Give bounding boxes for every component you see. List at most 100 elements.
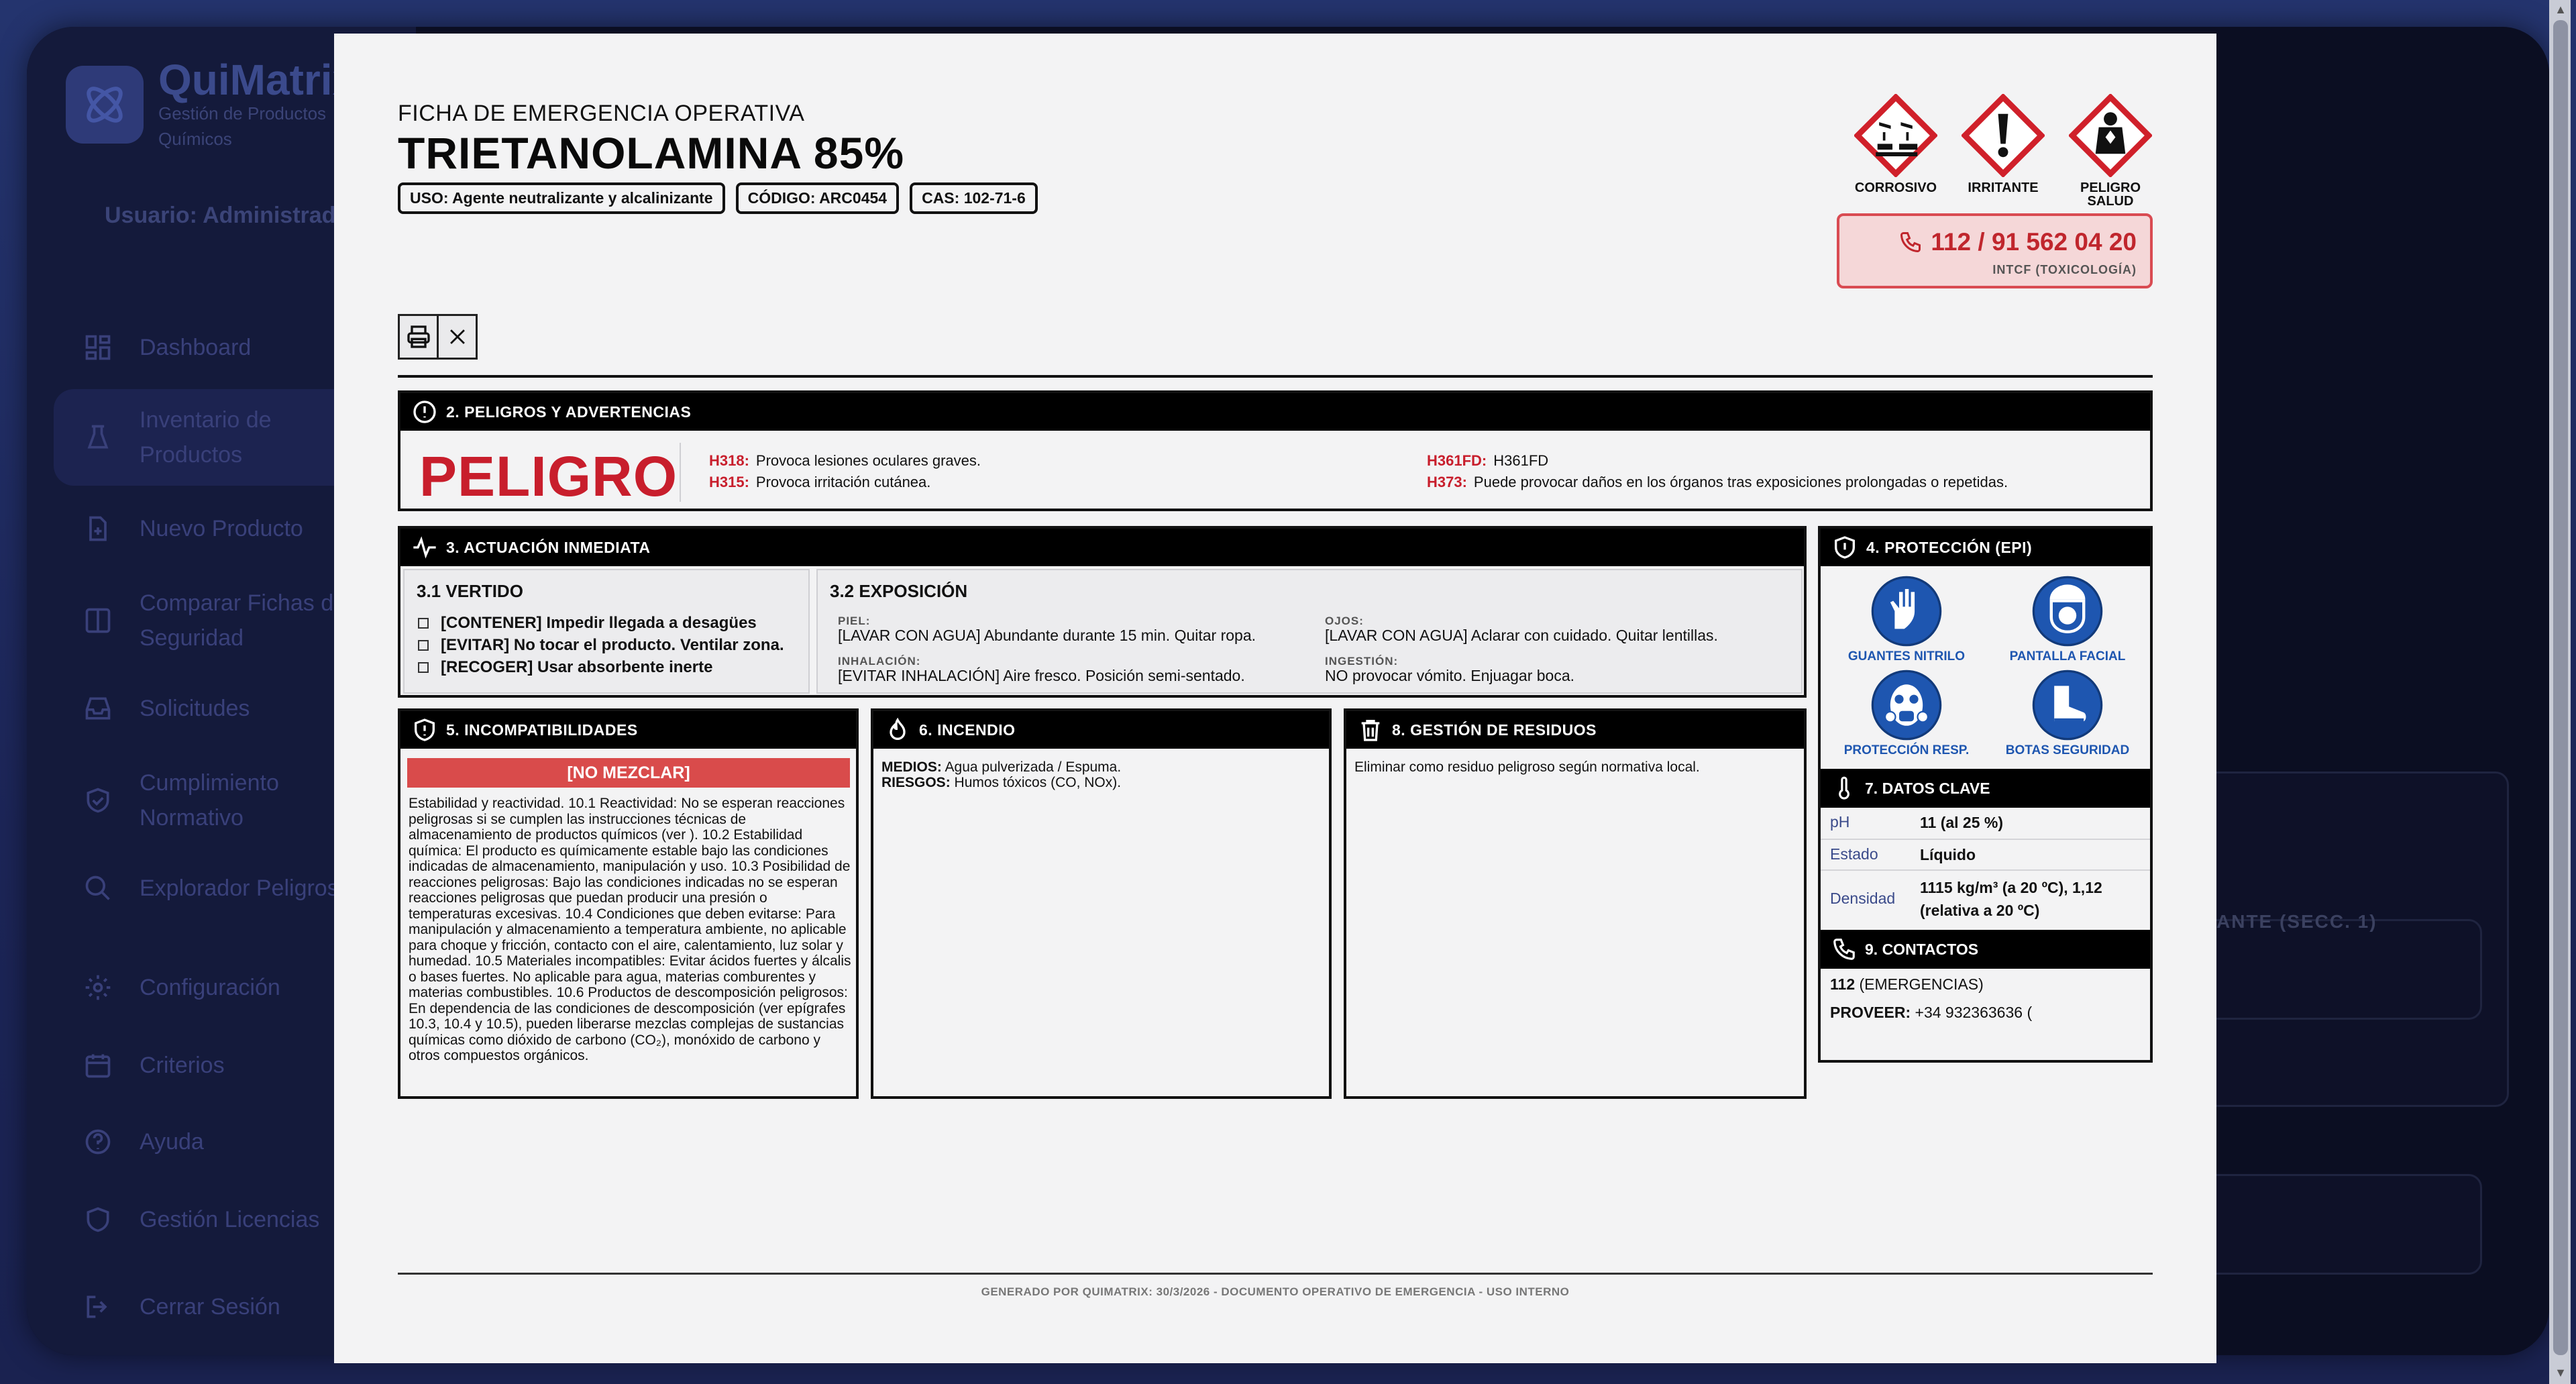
logout-icon xyxy=(87,1295,107,1318)
ghs-exclamation-icon xyxy=(1962,94,2045,177)
emergency-phone-number: 112 / 91 562 04 20 xyxy=(1931,228,2137,256)
hazard-statement: H318: Provoca lesiones oculares graves. xyxy=(709,452,981,469)
scrollbar-thumb[interactable] xyxy=(2553,20,2568,1355)
section-title: 8. GESTIÓN DE RESIDUOS xyxy=(1392,721,1597,739)
ghs-corrosive-icon xyxy=(1854,94,1937,177)
section-actuacion: 3. ACTUACIÓN INMEDIATA 3.1 VERTIDO [CONT… xyxy=(398,526,1807,698)
phone-icon xyxy=(1900,232,1921,253)
section-title: 2. PELIGROS Y ADVERTENCIAS xyxy=(446,403,692,421)
tag-cas: CAS: 102-71-6 xyxy=(910,182,1038,214)
no-mix-banner: [NO MEZCLAR] xyxy=(407,758,850,788)
list-item: [RECOGER] Usar absorbente inerte xyxy=(418,656,784,678)
document-kicker: FICHA DE EMERGENCIA OPERATIVA xyxy=(398,101,805,126)
spill-box: 3.1 VERTIDO [CONTENER] Impedir llegada a… xyxy=(403,569,810,694)
hazard-statement: H315: Provoca irritación cutánea. xyxy=(709,474,931,490)
section-title: 9. CONTACTOS xyxy=(1865,940,1979,958)
shield-check-icon xyxy=(1835,536,1855,559)
ghs-peligro-salud: PELIGRO SALUD xyxy=(2061,94,2160,208)
data-row-estado: Estado Líquido xyxy=(1821,840,2150,871)
hazard-statement: H373: Puede provocar daños en los órganos… xyxy=(1427,474,2008,490)
print-button[interactable] xyxy=(398,314,439,360)
shield-check-icon xyxy=(87,788,109,813)
footer-divider xyxy=(398,1273,2153,1275)
face-shield-icon xyxy=(2032,576,2103,647)
spill-list: [CONTENER] Impedir llegada a desagües [E… xyxy=(418,612,784,678)
thermometer-icon xyxy=(1839,776,1849,800)
section-incompatibilidades: 5. INCOMPATIBILIDADES [NO MEZCLAR] Estab… xyxy=(398,708,859,1099)
ghs-health-hazard-icon xyxy=(2069,94,2152,177)
close-icon xyxy=(449,329,465,344)
ghs-corrosivo: CORROSIVO xyxy=(1846,94,1945,208)
inbox-icon xyxy=(85,697,111,720)
list-item: [EVITAR] No tocar el producto. Ventilar … xyxy=(418,634,784,656)
shield-icon xyxy=(87,1207,109,1232)
product-tags: USO: Agente neutralizante y alcalinizant… xyxy=(398,182,1038,214)
phone-icon xyxy=(1833,939,1855,960)
epi-pantalla-facial: PANTALLA FACIAL xyxy=(1987,574,2148,664)
flame-icon xyxy=(890,717,906,740)
respirator-icon xyxy=(1871,670,1942,741)
list-item: [CONTENER] Impedir llegada a desagües xyxy=(418,612,784,634)
section-incendio: 6. INCENDIO MEDIOS: Agua pulverizada / E… xyxy=(871,708,1332,1099)
alert-circle-icon xyxy=(413,401,436,423)
epi-botas: BOTAS SEGURIDAD xyxy=(1987,668,2148,758)
grid-icon xyxy=(85,335,111,360)
section-title: 3. ACTUACIÓN INMEDIATA xyxy=(446,538,651,556)
fire-info: MEDIOS: Agua pulverizada / Espuma. RIESG… xyxy=(881,759,1122,790)
printer-icon xyxy=(407,325,430,348)
divider xyxy=(680,443,681,502)
app-title: QuiMatrix xyxy=(158,56,357,104)
flask-icon xyxy=(87,425,109,449)
epi-guantes: GUANTES NITRILO xyxy=(1826,574,1987,664)
scroll-down-arrow[interactable]: ▼ xyxy=(2553,1366,2568,1381)
ghs-pictograms: CORROSIVO IRRITANTE PELIGRO SALUD xyxy=(1846,94,2160,208)
columns-icon xyxy=(85,608,111,633)
incompatibilities-text: Estabilidad y reactividad. 10.1 Reactivi… xyxy=(409,796,851,1063)
section-title: 7. DATOS CLAVE xyxy=(1865,779,1990,797)
product-title: TRIETANOLAMINA 85% xyxy=(398,128,905,178)
contact-supplier: PROVEER: +34 932363636 ( xyxy=(1830,1004,2033,1021)
section-datos-clave-head: 7. DATOS CLAVE xyxy=(1821,769,2150,808)
section-peligros: 2. PELIGROS Y ADVERTENCIAS PELIGRO H318:… xyxy=(398,390,2153,511)
ghs-irritante: IRRITANTE xyxy=(1953,94,2053,208)
atom-icon xyxy=(87,87,123,123)
waste-info: Eliminar como residuo peligroso según no… xyxy=(1354,759,1700,775)
epi-proteccion-resp: PROTECCIÓN RESP. xyxy=(1826,668,1987,758)
shield-alert-icon xyxy=(415,718,435,741)
data-row-ph: pH 11 (al 25 %) xyxy=(1821,808,2150,840)
file-plus-icon xyxy=(89,516,107,541)
emergency-sheet-modal: FICHA DE EMERGENCIA OPERATIVA TRIETANOLA… xyxy=(334,34,2216,1363)
background-card-text: ANTE (SECC. 1) xyxy=(2216,911,2377,932)
help-icon xyxy=(85,1129,111,1155)
section-title: 5. INCOMPATIBILIDADES xyxy=(446,721,638,739)
section-title: 4. PROTECCIÓN (EPI) xyxy=(1866,538,2033,556)
gear-icon xyxy=(85,975,111,1000)
section-residuos: 8. GESTIÓN DE RESIDUOS Eliminar como res… xyxy=(1344,708,1807,1099)
emergency-phone-label: INTCF (TOXICOLOGÍA) xyxy=(1992,263,2137,276)
document-footer: GENERADO POR QUIMATRIX: 30/3/2026 - DOCU… xyxy=(981,1285,1570,1298)
app-logo xyxy=(66,66,144,144)
emergency-phone-box: 112 / 91 562 04 20 INTCF (TOXICOLOGÍA) xyxy=(1837,213,2153,288)
hazard-statement: H361FD: H361FD xyxy=(1427,452,1549,469)
data-row-densidad: Densidad 1115 kg/m³ (a 20 ºC), 1,12 (rel… xyxy=(1830,879,2102,919)
tag-codigo: CÓDIGO: ARC0454 xyxy=(735,182,900,214)
section-title: 6. INCENDIO xyxy=(919,721,1016,739)
contact-emergency: 112 (EMERGENCIAS) xyxy=(1830,975,1984,993)
close-button[interactable] xyxy=(439,314,478,360)
gloves-icon xyxy=(1871,576,1942,647)
section-contactos-head: 9. CONTACTOS xyxy=(1821,930,2150,969)
signal-word: PELIGRO xyxy=(419,445,678,508)
sheet-toolbar xyxy=(398,314,478,360)
tag-uso: USO: Agente neutralizante y alcalinizant… xyxy=(398,182,725,214)
trash-icon xyxy=(1361,720,1380,741)
search-icon xyxy=(85,875,110,900)
calendar-icon xyxy=(85,1054,111,1078)
header-divider xyxy=(398,375,2153,378)
user-label: Usuario: Administrador xyxy=(105,203,359,228)
app-subtitle: Gestión de Productos Químicos xyxy=(158,103,327,149)
boots-icon xyxy=(2032,670,2103,741)
emergency-document: FICHA DE EMERGENCIA OPERATIVA TRIETANOLA… xyxy=(398,34,2153,1363)
exposure-box: 3.2 EXPOSICIÓN PIEL: [LAVAR CON AGUA] Ab… xyxy=(816,569,1803,694)
scroll-up-arrow[interactable]: ▲ xyxy=(2553,3,2568,17)
pulse-icon xyxy=(413,536,436,559)
